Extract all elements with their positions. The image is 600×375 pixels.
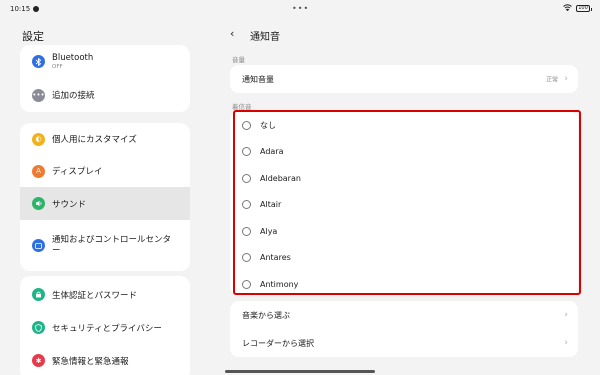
status-time: 10:15 — [10, 5, 31, 13]
notification-icon — [32, 239, 45, 252]
choose-from-music-label: 音楽から選ぶ — [242, 310, 290, 320]
chevron-right-icon: › — [564, 310, 568, 320]
sidebar-item-label: 通知およびコントロールセンター — [52, 235, 172, 256]
shield-icon — [32, 321, 45, 334]
sidebar-item-label: 生体認証とパスワード — [52, 290, 138, 301]
display-icon: A — [32, 164, 45, 178]
source-card: 音楽から選ぶ › レコーダーから選択 › — [230, 301, 578, 357]
sidebar-item-display[interactable]: A ディスプレイ — [20, 155, 190, 187]
sidebar-group-personal: ◐ 個人用にカスタマイズ A ディスプレイ サウンド 通知およびコントロールセン… — [20, 123, 190, 271]
notification-volume-label: 通知音量 — [242, 74, 274, 84]
sidebar-item-biometrics[interactable]: 生体認証とパスワード — [20, 278, 190, 311]
sidebar-item-label: 追加の接続 — [52, 91, 95, 101]
sidebar-item-notifications[interactable]: 通知およびコントロールセンター — [20, 220, 190, 271]
sidebar-item-security-privacy[interactable]: セキュリティとプライバシー — [20, 311, 190, 344]
sidebar-item-label: サウンド — [52, 199, 87, 210]
status-dot-icon — [33, 6, 40, 12]
highlight-box — [233, 110, 581, 295]
more-icon: ••• — [32, 88, 45, 102]
status-time-group: 10:15 — [10, 5, 40, 13]
status-bar: 10:15 ••• 100 — [0, 0, 600, 18]
chevron-right-icon: › — [564, 338, 568, 348]
sidebar-item-label: ディスプレイ — [52, 167, 103, 177]
sidebar-item-sound[interactable]: サウンド — [20, 187, 190, 220]
emergency-icon: ✱ — [32, 354, 45, 367]
sidebar-item-label: 個人用にカスタマイズ — [52, 135, 137, 145]
settings-sidebar: 設定 Bluetooth OFF ••• 追加の接続 ◐ 個人用にカスタマイズ … — [0, 18, 205, 375]
palette-icon: ◐ — [32, 132, 45, 146]
bluetooth-status: OFF — [52, 63, 63, 70]
sidebar-item-label: 緊急情報と緊急通報 — [52, 356, 129, 367]
page-title: 通知音 — [250, 32, 280, 43]
sidebar-item-label: Bluetooth — [52, 52, 94, 63]
multitask-dots-icon[interactable]: ••• — [292, 4, 309, 13]
back-icon[interactable]: ‹ — [230, 27, 234, 40]
wifi-icon — [563, 4, 572, 13]
sidebar-item-more-connections[interactable]: ••• 追加の接続 — [20, 78, 190, 112]
volume-section-label: 音量 — [232, 56, 245, 64]
choose-from-recorder-row[interactable]: レコーダーから選択 › — [230, 329, 578, 357]
lock-icon — [32, 288, 45, 301]
sidebar-title: 設定 — [22, 30, 44, 43]
battery-icon: 100 — [576, 5, 592, 12]
sidebar-item-emergency[interactable]: ✱ 緊急情報と緊急通報 — [20, 344, 190, 375]
sidebar-group-connections: Bluetooth OFF ••• 追加の接続 — [20, 45, 190, 112]
sidebar-item-label: セキュリティとプライバシー — [52, 323, 162, 334]
sidebar-item-bluetooth[interactable]: Bluetooth OFF — [20, 45, 190, 78]
sidebar-group-security: 生体認証とパスワード セキュリティとプライバシー ✱ 緊急情報と緊急通報 — [20, 276, 190, 375]
chevron-right-icon: › — [564, 74, 568, 84]
notification-volume-row[interactable]: 通知音量 正常 › — [230, 65, 578, 93]
choose-from-recorder-label: レコーダーから選択 — [242, 338, 314, 348]
bluetooth-icon — [32, 55, 45, 68]
volume-card: 通知音量 正常 › — [230, 65, 578, 93]
notification-volume-value: 正常 — [545, 76, 558, 84]
sound-icon — [32, 197, 45, 210]
sidebar-item-customize[interactable]: ◐ 個人用にカスタマイズ — [20, 123, 190, 155]
home-indicator[interactable] — [225, 370, 375, 373]
choose-from-music-row[interactable]: 音楽から選ぶ › — [230, 301, 578, 329]
status-right: 100 — [563, 4, 592, 13]
